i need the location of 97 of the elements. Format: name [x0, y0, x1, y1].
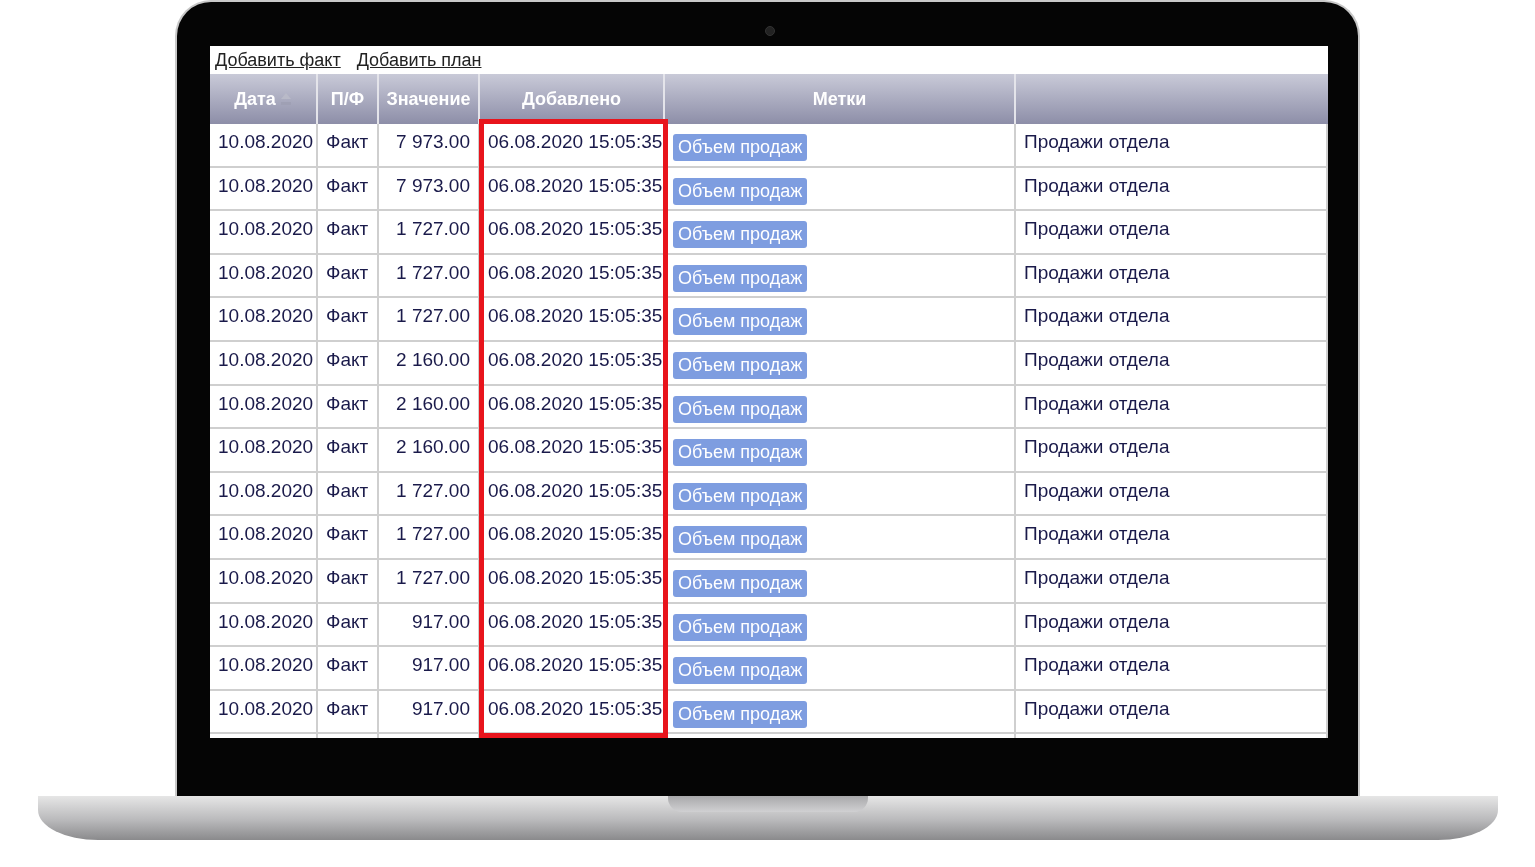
table-cell: Факт [318, 385, 379, 430]
table-cell: 06.08.2020 15:05:35 [480, 429, 665, 473]
table-cell: Продажи отдела [1016, 341, 1328, 386]
tag: Объем продаж [673, 395, 808, 423]
table-cell: 2 160.00 [379, 429, 480, 473]
tag: Объем продаж [673, 221, 808, 249]
column-header-label: Дата [234, 88, 276, 110]
table-cell: Продажи отдела [1016, 690, 1328, 735]
table-cell: 10.08.2020 [210, 472, 318, 517]
table-cell: 06.08.2020 15:05:35 [480, 516, 665, 560]
table-cell: Факт [318, 690, 379, 735]
table-cell: Продажи отдела [1016, 516, 1328, 560]
table-cell: Продажи отдела [1016, 167, 1328, 212]
table-cell: 917.00 [379, 647, 480, 691]
table-cell: Факт [318, 254, 379, 299]
table-cell: Продажи отдела [1016, 254, 1328, 299]
table-cell: Факт [318, 298, 379, 342]
table-cell: Продажи отдела [1016, 647, 1328, 691]
table-cell: Факт [318, 516, 379, 560]
table-cell: Продажи отдела [1016, 385, 1328, 430]
tag: Объем продаж [673, 177, 808, 205]
tag: Объем продаж [673, 308, 808, 336]
table-cell: Продажи отдела [1016, 124, 1328, 168]
table-cell: Факт [318, 429, 379, 473]
table-cell: 06.08.2020 15:05:35 [480, 298, 665, 342]
tag: Объем продаж [673, 526, 808, 554]
table-cell: Факт [318, 603, 379, 648]
table-cell: 10.08.2020 [210, 167, 318, 212]
table-cell: 917.00 [379, 603, 480, 648]
table-cell: 10.08.2020 [210, 429, 318, 473]
table-cell: 1 727.00 [379, 559, 480, 604]
tag: Объем продаж [673, 264, 808, 292]
table-cell: 10.08.2020 [210, 559, 318, 604]
table-cell: 2 160.00 [379, 341, 480, 386]
table-cell: 10.08.2020 [210, 254, 318, 299]
table-cell: 06.08.2020 15:05:35 [480, 385, 665, 430]
add-link[interactable]: Добавить план [356, 49, 482, 71]
tag: Объем продаж [673, 569, 808, 597]
table-cell: 10.08.2020 [210, 647, 318, 691]
table-cell: Продажи отдела [1016, 472, 1328, 517]
table-cell: Продажи отдела [1016, 429, 1328, 473]
table-cell: Факт [318, 341, 379, 386]
column-header[interactable]: П/Ф [318, 74, 379, 124]
table-cell: Продажи отдела [1016, 298, 1328, 342]
column-header[interactable]: Метки [665, 74, 1016, 124]
camera-icon [765, 26, 775, 36]
table-cell: Продажи отдела [1016, 211, 1328, 255]
table-cell: 7 973.00 [379, 124, 480, 168]
column-header-label: П/Ф [330, 88, 365, 110]
tag: Объем продаж [673, 351, 808, 379]
table-cell: Факт [318, 211, 379, 255]
table-cell: 06.08.2020 15:05:35 [480, 211, 665, 255]
column-header[interactable]: Дата [210, 74, 318, 124]
table-cell: 917.00 [379, 690, 480, 735]
table-cell: Факт [318, 124, 379, 168]
add-link[interactable]: Добавить факт [215, 49, 341, 71]
table-cell: 06.08.2020 15:05:35 [480, 472, 665, 517]
table-cell: Факт [318, 559, 379, 604]
column-header-label: Добавлено [521, 88, 622, 110]
tag: Объем продаж [673, 700, 808, 728]
table-cell: 06.08.2020 15:05:35 [480, 559, 665, 604]
table-cell: 06.08.2020 15:05:35 [480, 603, 665, 648]
table-cell: 10.08.2020 [210, 690, 318, 735]
tag: Объем продаж [673, 134, 808, 161]
tag: Объем продаж [673, 613, 808, 641]
table-cell: 10.08.2020 [210, 211, 318, 255]
sort-icon [279, 91, 292, 107]
table-cell: 06.08.2020 15:05:35 [480, 341, 665, 386]
table-cell: 1 727.00 [379, 472, 480, 517]
table-cell: 06.08.2020 15:05:35 [480, 647, 665, 691]
table-cell: 10.08.2020 [210, 341, 318, 386]
table-cell: 1 727.00 [379, 298, 480, 342]
table-cell: 06.08.2020 15:05:35 [480, 167, 665, 212]
table-cell: 06.08.2020 15:05:35 [480, 124, 665, 168]
table-cell: 10.08.2020 [210, 603, 318, 648]
table-cell: 1 727.00 [379, 516, 480, 560]
table-cell: 1 727.00 [379, 211, 480, 255]
table-cell: 10.08.2020 [210, 385, 318, 430]
table-cell: 1 727.00 [379, 254, 480, 299]
table-cell: 7 973.00 [379, 167, 480, 212]
table-cell: Факт [318, 167, 379, 212]
tag: Объем продаж [673, 439, 808, 467]
column-header-label: Метки [812, 88, 867, 110]
table-cell: Факт [318, 647, 379, 691]
table-cell: Продажи отдела [1016, 559, 1328, 604]
table-cell: 10.08.2020 [210, 124, 318, 168]
table-cell: 06.08.2020 15:05:35 [480, 254, 665, 299]
tag: Объем продаж [673, 482, 808, 510]
column-header-label: Значение [386, 88, 471, 110]
table-cell: Продажи отдела [1016, 603, 1328, 648]
table-cell: 10.08.2020 [210, 516, 318, 560]
table-cell: Факт [318, 472, 379, 517]
table-cell: 06.08.2020 15:05:35 [480, 690, 665, 735]
table-cell: 2 160.00 [379, 385, 480, 430]
tag: Объем продаж [673, 657, 808, 685]
table-cell: 10.08.2020 [210, 298, 318, 342]
column-header[interactable]: Значение [379, 74, 480, 124]
